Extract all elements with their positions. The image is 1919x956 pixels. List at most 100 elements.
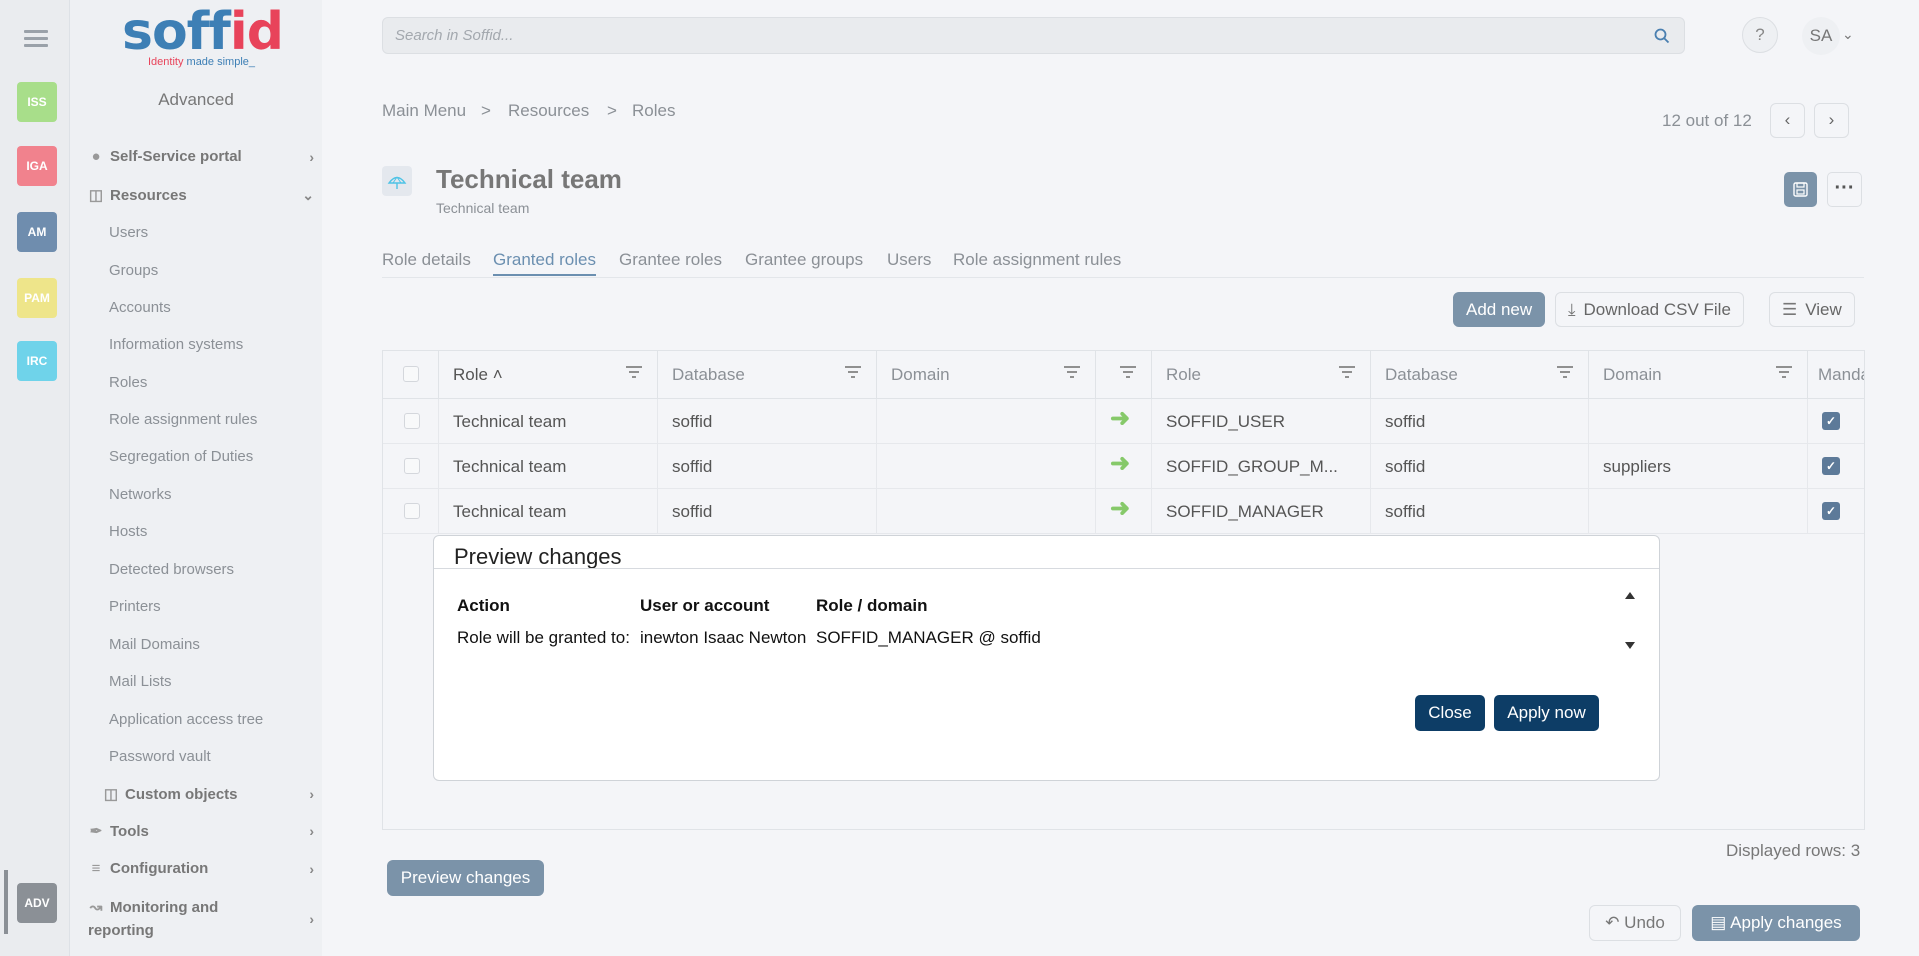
rail-irc-button[interactable]: IRC xyxy=(17,341,57,381)
preview-cell-action: Role will be granted to: xyxy=(457,628,630,647)
checkbox-checked[interactable]: ✓ xyxy=(1822,457,1840,475)
table-row[interactable]: Technical team soffid ➜ SOFFID_USER soff… xyxy=(383,399,1864,444)
sidebar-item-printers[interactable]: Printers xyxy=(109,598,161,615)
previous-record-button[interactable]: ‹ xyxy=(1770,103,1805,138)
user-avatar[interactable]: SA xyxy=(1802,17,1840,55)
apply-now-button[interactable]: Apply now xyxy=(1494,695,1599,731)
table-row[interactable]: Technical team soffid ➜ SOFFID_MANAGER s… xyxy=(383,489,1864,534)
sidebar-item-groups[interactable]: Groups xyxy=(109,262,158,279)
rail-adv-button[interactable]: ADV xyxy=(17,883,57,923)
apply-changes-button[interactable]: ▤ Apply changes xyxy=(1692,905,1860,941)
preview-cell-role-domain: SOFFID_MANAGER @ soffid xyxy=(816,628,1041,647)
filter-icon[interactable] xyxy=(1556,365,1574,379)
row-checkbox[interactable] xyxy=(404,413,420,429)
filter-icon[interactable] xyxy=(1775,365,1793,379)
rail-iss-button[interactable]: ISS xyxy=(17,82,57,122)
row-checkbox[interactable] xyxy=(404,458,420,474)
cell-arrow: ➜ xyxy=(1096,444,1152,489)
sidebar-group-resources[interactable]: ◫ Resources ⌄ xyxy=(88,186,314,205)
sidebar-item-networks[interactable]: Networks xyxy=(109,486,172,503)
select-all-checkbox[interactable] xyxy=(403,366,419,382)
sort-ascending-icon: ˄ xyxy=(492,365,503,384)
view-button[interactable]: ☰ View xyxy=(1769,292,1855,327)
scroll-down-arrow-icon[interactable] xyxy=(1625,642,1635,649)
rail-am-button[interactable]: AM xyxy=(17,212,57,252)
sidebar-group-tools[interactable]: ✒ Tools › xyxy=(88,822,314,841)
sidebar-item-application-access-tree[interactable]: Application access tree xyxy=(109,711,263,728)
breadcrumb-resources[interactable]: Resources xyxy=(508,101,589,121)
column-header-granted-database[interactable]: Database xyxy=(1371,351,1589,399)
rail-iga-button[interactable]: IGA xyxy=(17,146,57,186)
tab-role-details[interactable]: Role details xyxy=(382,250,471,270)
sidebar-item-detected-browsers[interactable]: Detected browsers xyxy=(109,561,234,578)
checkbox-checked[interactable]: ✓ xyxy=(1822,502,1840,520)
download-csv-button[interactable]: ⤓ Download CSV File xyxy=(1555,292,1744,327)
tab-grantee-roles[interactable]: Grantee roles xyxy=(619,250,722,270)
dialog-divider xyxy=(434,568,1659,569)
column-header-database[interactable]: Database xyxy=(658,351,877,399)
cell-granted-domain xyxy=(1589,489,1808,534)
sidebar-item-hosts[interactable]: Hosts xyxy=(109,523,147,540)
sidebar-group-custom-objects[interactable]: ◫ Custom objects › xyxy=(103,785,314,804)
sidebar-item-segregation-of-duties[interactable]: Segregation of Duties xyxy=(109,448,253,465)
sidebar-group-configuration[interactable]: ≡ Configuration › xyxy=(88,860,314,877)
cell-role: Technical team xyxy=(439,399,658,444)
close-button[interactable]: Close xyxy=(1415,695,1485,731)
filter-icon[interactable] xyxy=(1338,365,1356,379)
column-header-role[interactable]: Role ˄ xyxy=(439,351,658,399)
tab-granted-roles[interactable]: Granted roles xyxy=(493,250,596,276)
more-options-button[interactable]: ··· xyxy=(1827,172,1862,207)
preview-changes-button[interactable]: Preview changes xyxy=(387,860,544,896)
sidebar-item-password-vault[interactable]: Password vault xyxy=(109,748,211,765)
column-header-domain[interactable]: Domain xyxy=(877,351,1096,399)
sidebar-item-roles[interactable]: Roles xyxy=(109,374,147,391)
tab-users[interactable]: Users xyxy=(887,250,931,270)
search-icon[interactable] xyxy=(1654,28,1670,44)
column-header-granted-role[interactable]: Role xyxy=(1152,351,1371,399)
scroll-up-arrow-icon[interactable] xyxy=(1625,592,1635,599)
column-header-arrow[interactable] xyxy=(1096,351,1152,399)
column-header-mandatory[interactable]: Manda xyxy=(1808,351,1864,399)
global-search-input[interactable]: Search in Soffid... xyxy=(382,17,1685,54)
table-row[interactable]: Technical team soffid ➜ SOFFID_GROUP_M..… xyxy=(383,444,1864,489)
tab-grantee-groups[interactable]: Grantee groups xyxy=(745,250,863,270)
row-select-cell xyxy=(383,489,439,534)
breadcrumb-main-menu[interactable]: Main Menu xyxy=(382,101,466,121)
preview-header-action: Action xyxy=(457,596,510,615)
save-button[interactable] xyxy=(1784,172,1817,207)
sidebar-item-information-systems[interactable]: Information systems xyxy=(109,336,243,353)
filter-icon[interactable] xyxy=(625,365,643,379)
undo-button[interactable]: ↶ Undo xyxy=(1589,905,1681,941)
column-header-granted-domain[interactable]: Domain xyxy=(1589,351,1808,399)
next-record-button[interactable]: › xyxy=(1814,103,1849,138)
logo-text-soff: soff xyxy=(122,2,231,62)
sidebar-item-mail-domains[interactable]: Mail Domains xyxy=(109,636,200,653)
chevron-right-icon: › xyxy=(309,860,314,877)
breadcrumb-roles[interactable]: Roles xyxy=(632,101,675,121)
sidebar-item-accounts[interactable]: Accounts xyxy=(109,299,171,316)
rail-pam-button[interactable]: PAM xyxy=(17,278,57,318)
row-checkbox[interactable] xyxy=(404,503,420,519)
sidebar-item-users[interactable]: Users xyxy=(109,224,148,241)
add-new-button[interactable]: Add new xyxy=(1453,292,1546,327)
hamburger-menu-icon[interactable] xyxy=(24,30,48,51)
sidebar-group-monitoring[interactable]: ↝ Monitoring and reporting › xyxy=(88,896,314,942)
soffid-logo[interactable]: soffid Identity made simple_ xyxy=(122,6,284,70)
filter-icon[interactable] xyxy=(844,365,862,379)
help-button[interactable]: ? xyxy=(1742,17,1778,53)
checkbox-checked[interactable]: ✓ xyxy=(1822,412,1840,430)
pager-count: 12 out of 12 xyxy=(1662,111,1752,130)
filter-icon[interactable] xyxy=(1119,365,1137,379)
sidebar-group-self-service[interactable]: ● Self-Service portal › xyxy=(88,148,314,165)
cell-mandatory: ✓ xyxy=(1808,489,1864,534)
preview-changes-dialog: Preview changes Action User or account R… xyxy=(433,535,1660,781)
chevron-down-icon[interactable]: ⌄ xyxy=(1842,26,1854,43)
cell-granted-role: SOFFID_USER xyxy=(1152,399,1371,444)
filter-icon[interactable] xyxy=(1063,365,1081,379)
tab-role-assignment-rules[interactable]: Role assignment rules xyxy=(953,250,1121,270)
row-select-cell xyxy=(383,399,439,444)
sidebar-group-label: Resources xyxy=(110,186,187,204)
sidebar-item-mail-lists[interactable]: Mail Lists xyxy=(109,673,172,690)
sidebar-item-role-assignment-rules[interactable]: Role assignment rules xyxy=(109,411,257,428)
cell-granted-domain: suppliers xyxy=(1589,444,1808,489)
